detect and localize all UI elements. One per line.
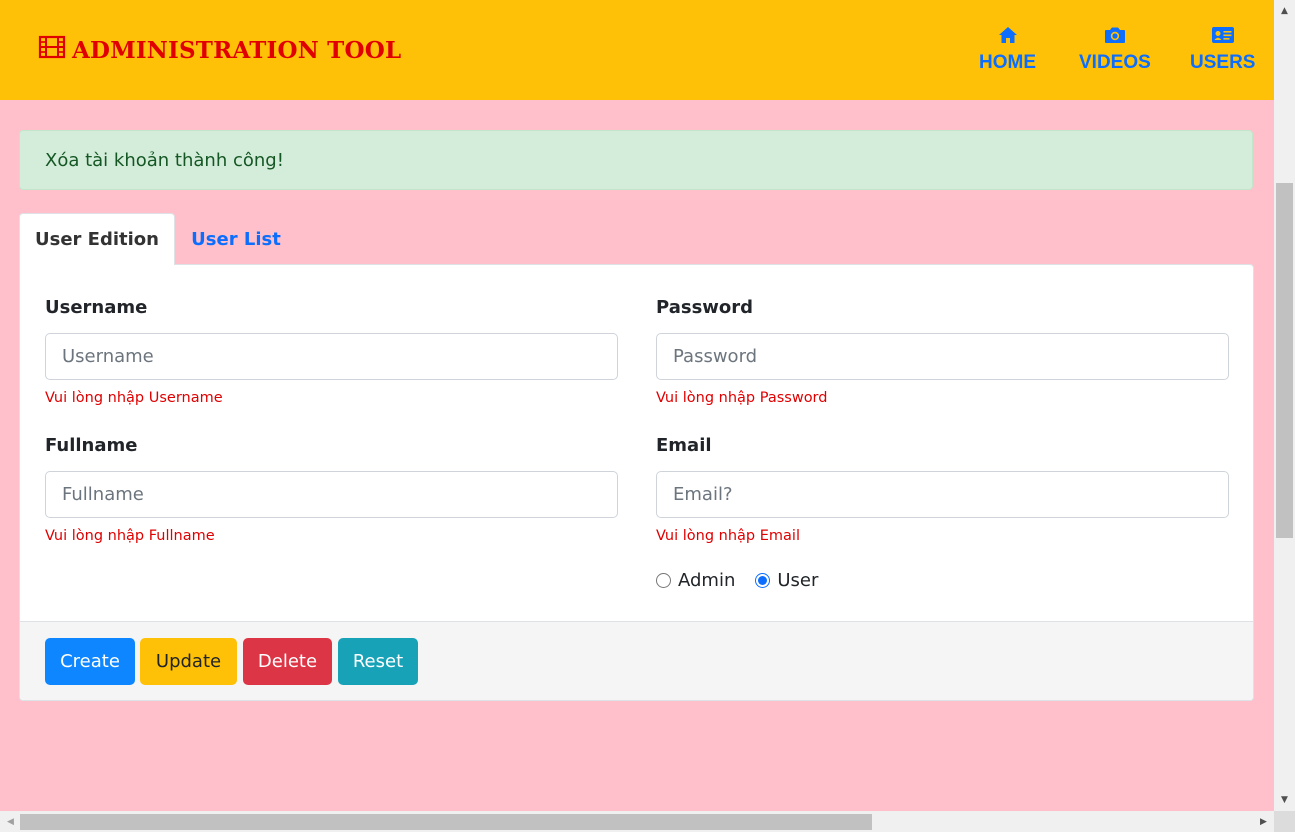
top-navbar: ADMINISTRATION TOOL HOME VIDEOS USERS bbox=[0, 0, 1274, 100]
vertical-scroll-thumb[interactable] bbox=[1276, 183, 1293, 538]
password-group: Password Vui lòng nhập Password bbox=[656, 297, 1229, 407]
brand-title: ADMINISTRATION TOOL bbox=[72, 36, 402, 64]
horizontal-scroll-thumb[interactable] bbox=[20, 814, 872, 830]
alert-message: Xóa tài khoản thành công! bbox=[45, 149, 284, 171]
password-input[interactable] bbox=[656, 333, 1229, 380]
role-user-label[interactable]: User bbox=[777, 570, 818, 591]
home-icon bbox=[998, 24, 1018, 46]
email-input[interactable] bbox=[656, 471, 1229, 518]
camera-icon bbox=[1104, 24, 1126, 46]
film-icon bbox=[38, 33, 66, 67]
tab-user-list[interactable]: User List bbox=[176, 213, 296, 265]
fullname-error: Vui lòng nhập Fullname bbox=[45, 528, 215, 544]
password-label: Password bbox=[656, 297, 754, 318]
password-error: Vui lòng nhập Password bbox=[656, 390, 828, 406]
horizontal-scrollbar[interactable]: ◀ ▶ bbox=[0, 811, 1274, 832]
nav-home[interactable]: HOME bbox=[979, 24, 1036, 74]
user-form-card: Username Vui lòng nhập Username Password… bbox=[19, 264, 1254, 701]
reset-button[interactable]: Reset bbox=[338, 638, 418, 685]
create-button[interactable]: Create bbox=[45, 638, 135, 685]
id-card-icon bbox=[1211, 24, 1235, 46]
role-admin-radio[interactable] bbox=[656, 573, 671, 588]
nav-videos-label: VIDEOS bbox=[1079, 52, 1151, 73]
username-group: Username Vui lòng nhập Username bbox=[45, 297, 618, 407]
nav-users[interactable]: USERS bbox=[1190, 24, 1255, 74]
nav-videos[interactable]: VIDEOS bbox=[1079, 24, 1151, 74]
tab-user-list-label: User List bbox=[191, 228, 281, 250]
scroll-down-arrow-icon[interactable]: ▼ bbox=[1274, 791, 1295, 808]
nav-users-label: USERS bbox=[1190, 52, 1256, 73]
username-error: Vui lòng nhập Username bbox=[45, 390, 223, 406]
vertical-scrollbar[interactable]: ▲ ▼ bbox=[1274, 0, 1295, 811]
email-error: Vui lòng nhập Email bbox=[656, 528, 800, 544]
username-label: Username bbox=[45, 297, 148, 318]
delete-button[interactable]: Delete bbox=[243, 638, 332, 685]
username-input[interactable] bbox=[45, 333, 618, 380]
fullname-group: Fullname Vui lòng nhập Fullname bbox=[45, 435, 618, 545]
form-actions: Create Update Delete Reset bbox=[20, 621, 1253, 700]
tab-user-edition-label: User Edition bbox=[35, 229, 159, 250]
brand[interactable]: ADMINISTRATION TOOL bbox=[38, 33, 401, 67]
fullname-input[interactable] bbox=[45, 471, 618, 518]
email-label: Email bbox=[656, 435, 712, 456]
success-alert: Xóa tài khoản thành công! bbox=[19, 130, 1253, 190]
fullname-label: Fullname bbox=[45, 435, 138, 456]
scroll-left-arrow-icon[interactable]: ◀ bbox=[2, 811, 19, 832]
role-admin-label[interactable]: Admin bbox=[678, 570, 735, 591]
role-user-radio[interactable] bbox=[755, 573, 771, 588]
role-radio-group: Admin User bbox=[656, 570, 838, 591]
update-button[interactable]: Update bbox=[140, 638, 237, 685]
scrollbar-corner bbox=[1274, 811, 1295, 832]
scroll-up-arrow-icon[interactable]: ▲ bbox=[1274, 2, 1295, 19]
email-group: Email Vui lòng nhập Email bbox=[656, 435, 1229, 545]
scroll-right-arrow-icon[interactable]: ▶ bbox=[1255, 811, 1272, 832]
nav-home-label: HOME bbox=[979, 52, 1036, 73]
tab-user-edition[interactable]: User Edition bbox=[19, 213, 175, 265]
